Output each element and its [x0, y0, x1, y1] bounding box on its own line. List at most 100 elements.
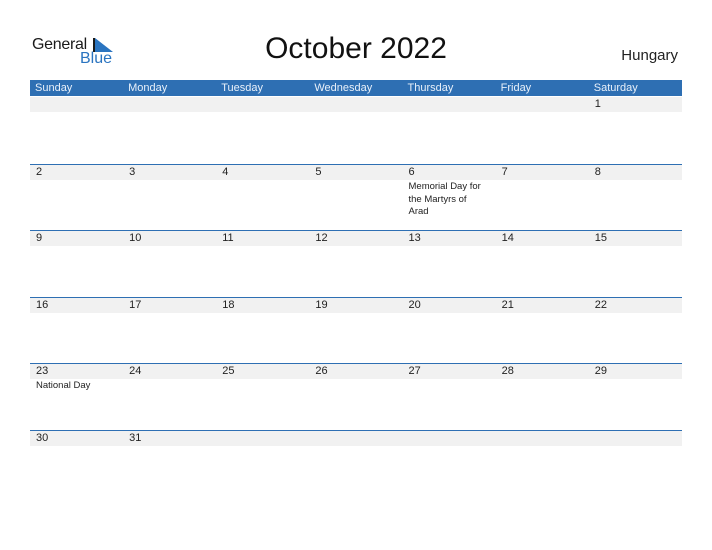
day-cell: 19: [309, 298, 402, 313]
day-number: 31: [129, 432, 142, 444]
week-row: 9 10 11 12 13 14 15: [30, 230, 682, 297]
weekday-tuesday: Tuesday: [221, 82, 264, 94]
day-cell: 26: [309, 364, 402, 393]
day-cell: [216, 431, 309, 446]
day-cell: [403, 431, 496, 446]
week-cells: 9 10 11 12 13 14 15: [30, 231, 682, 246]
day-number: [595, 431, 682, 446]
day-cell: 18: [216, 298, 309, 313]
day-cell: 12: [309, 231, 402, 246]
day-cell: [496, 431, 589, 446]
day-number: [222, 97, 309, 112]
day-number: [315, 431, 402, 446]
week-cells: 1: [30, 97, 682, 112]
day-cell: 4: [216, 165, 309, 219]
day-number: 20: [408, 299, 421, 311]
day-number: [409, 97, 496, 112]
weekday-header: Sunday Monday Tuesday Wednesday Thursday…: [30, 80, 682, 96]
day-number: 15: [594, 232, 607, 244]
day-number: 30: [36, 432, 49, 444]
week-row: 30 31: [30, 430, 682, 497]
weekday-thursday: Thursday: [407, 82, 454, 94]
day-number: 10: [129, 232, 142, 244]
week-row: 23 National Day 24 25 26 27 28 29: [30, 363, 682, 430]
day-number: [315, 97, 402, 112]
week-row: 2 3 4 5 6 Memorial Day for the Martyrs of Ara…: [30, 164, 682, 231]
day-cell: 8: [589, 165, 682, 219]
day-cell: 24: [123, 364, 216, 393]
day-number: 2: [36, 166, 43, 178]
week-cells: 30 31: [30, 431, 682, 446]
day-number: 21: [501, 299, 514, 311]
day-number: [129, 97, 216, 112]
calendar-title: October 2022: [265, 32, 447, 65]
day-cell: 21: [496, 298, 589, 313]
day-number: 27: [408, 365, 421, 377]
day-cell: 17: [123, 298, 216, 313]
day-number: 16: [36, 299, 49, 311]
day-cell: 16: [30, 298, 123, 313]
day-number: 5: [315, 166, 322, 178]
day-number: 6: [408, 166, 415, 178]
day-number: 19: [315, 299, 328, 311]
day-cell: 22: [589, 298, 682, 313]
day-cell: 25: [216, 364, 309, 393]
day-number: 23: [36, 365, 49, 377]
day-cell: [403, 97, 496, 112]
day-cell: 5: [309, 165, 402, 219]
holiday-label: National Day: [36, 380, 91, 391]
day-number: 22: [594, 299, 607, 311]
day-cell: [123, 97, 216, 112]
day-cell: 20: [403, 298, 496, 313]
day-number: 18: [222, 299, 235, 311]
day-number: 4: [222, 166, 229, 178]
day-number: 14: [501, 232, 514, 244]
day-cell: [309, 431, 402, 446]
day-cell: 9: [30, 231, 123, 246]
day-cell: 30: [30, 431, 123, 446]
day-cell: 13: [403, 231, 496, 246]
holiday-label: Memorial Day for the Martyrs of Arad: [408, 181, 481, 217]
week-cells: 23 National Day 24 25 26 27 28 29: [30, 364, 682, 393]
day-cell: [496, 97, 589, 112]
weekday-wednesday: Wednesday: [314, 82, 373, 94]
day-number: 28: [501, 365, 514, 377]
day-cell: 14: [496, 231, 589, 246]
day-cell: 3: [123, 165, 216, 219]
day-number: [409, 431, 496, 446]
day-number: 3: [129, 166, 136, 178]
day-cell: 15: [589, 231, 682, 246]
day-number: 24: [129, 365, 142, 377]
day-number: [502, 431, 589, 446]
weekday-saturday: Saturday: [593, 82, 638, 94]
day-cell: 27: [403, 364, 496, 393]
week-cells: 16 17 18 19 20 21 22: [30, 298, 682, 313]
day-number: 8: [594, 166, 601, 178]
day-number: 7: [501, 166, 508, 178]
day-number: 1: [594, 98, 601, 110]
day-cell: 11: [216, 231, 309, 246]
week-row: 16 17 18 19 20 21 22: [30, 297, 682, 364]
day-cell: 28: [496, 364, 589, 393]
day-cell: [309, 97, 402, 112]
day-number: 29: [594, 365, 607, 377]
weekday-monday: Monday: [128, 82, 168, 94]
week-row: 1: [30, 97, 682, 163]
day-cell: 7: [496, 165, 589, 219]
weekday-friday: Friday: [500, 82, 532, 94]
week-cells: 2 3 4 5 6 Memorial Day for the Martyrs of Ara…: [30, 165, 682, 219]
day-cell: 1: [589, 97, 682, 112]
day-number: 12: [315, 232, 328, 244]
day-number: [36, 97, 123, 112]
day-cell: 29: [589, 364, 682, 393]
day-number: 13: [408, 232, 421, 244]
day-number: [502, 97, 589, 112]
day-cell: [216, 97, 309, 112]
day-number: [222, 431, 309, 446]
day-cell: 2: [30, 165, 123, 219]
day-number: 26: [315, 365, 328, 377]
day-cell: [30, 97, 123, 112]
country-label: Hungary: [621, 47, 678, 64]
day-cell: 31: [123, 431, 216, 446]
day-cell: 23 National Day: [30, 364, 123, 393]
